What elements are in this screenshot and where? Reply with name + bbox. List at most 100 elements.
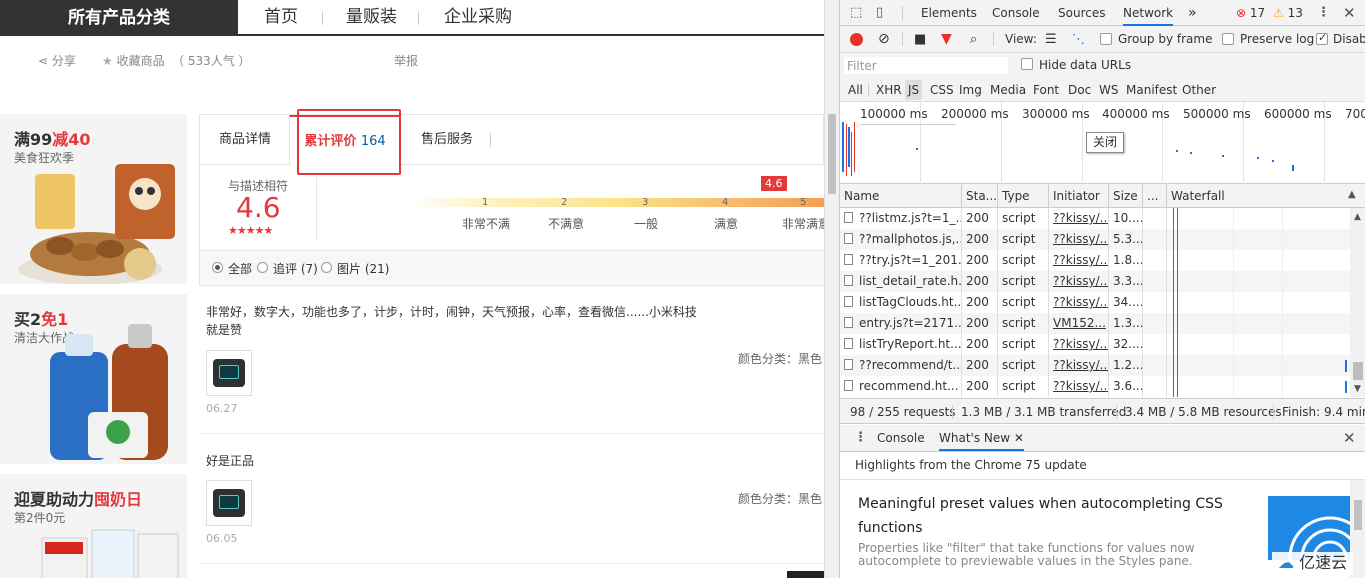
network-overview[interactable]: 100000 ms 200000 ms 300000 ms 400000 ms … xyxy=(840,102,1365,184)
request-initiator[interactable]: ??kissy/... xyxy=(1049,376,1109,397)
request-initiator[interactable]: ??kissy/... xyxy=(1049,208,1109,229)
radio-images[interactable] xyxy=(321,262,332,273)
col-type[interactable]: Type xyxy=(998,184,1049,208)
close-devtools-icon[interactable]: ✕ xyxy=(1343,0,1356,26)
request-initiator[interactable]: ??kissy/... xyxy=(1049,271,1109,292)
record-icon[interactable] xyxy=(850,33,863,46)
filter-all-label[interactable]: 全部 xyxy=(228,260,252,277)
device-toolbar-icon[interactable]: ▯ xyxy=(876,0,883,26)
request-row[interactable]: entry.js?t=2171... 200 script VM152... 1.3..… xyxy=(840,313,1350,334)
nav-enterprise[interactable]: 企业采购 xyxy=(444,0,512,36)
col-initiator[interactable]: Initiator xyxy=(1049,184,1109,208)
report-link[interactable]: 举报 xyxy=(394,52,418,69)
tab-network[interactable]: Network xyxy=(1123,0,1174,26)
nav-home[interactable]: 首页 xyxy=(264,0,298,36)
promo-food[interactable]: 满99减40 美食狂欢季 xyxy=(0,114,187,284)
large-rows-icon[interactable]: ☰ xyxy=(1045,26,1057,53)
type-doc[interactable]: Doc xyxy=(1065,80,1094,100)
promo-cleaning[interactable]: 买2免1 清洁大作战 xyxy=(0,294,187,464)
request-row[interactable]: list_detail_rate.h... 200 script ??kissy/..… xyxy=(840,271,1350,292)
error-counter[interactable]: ⊗ 17 xyxy=(1236,0,1265,26)
promo-milk[interactable]: 迎夏助动力囤奶日 第2件0元 xyxy=(0,474,187,578)
request-initiator[interactable]: ??kissy/... xyxy=(1049,229,1109,250)
hide-data-urls-checkbox[interactable] xyxy=(1021,58,1033,70)
inspect-icon[interactable]: ⬚ xyxy=(850,0,862,26)
page-scrollbar-thumb[interactable] xyxy=(828,114,836,194)
type-js[interactable]: JS xyxy=(905,80,923,100)
feature-title[interactable]: Meaningful preset values when autocomple… xyxy=(858,496,1223,512)
col-size[interactable]: Size xyxy=(1109,184,1143,208)
filter-icon[interactable]: ▼ xyxy=(941,26,952,53)
request-row[interactable]: listTryReport.ht... 200 script ??kissy/... 3… xyxy=(840,334,1350,355)
filter-images-label[interactable]: 图片 (21) xyxy=(337,260,389,277)
close-drawer-icon[interactable]: ✕ xyxy=(1343,425,1356,451)
request-list-scrollbar[interactable]: ▲ ▼ xyxy=(1350,208,1365,397)
drawer-tab-whats-new[interactable]: What's New ✕ xyxy=(939,425,1024,451)
request-initiator[interactable]: ??kissy/... xyxy=(1049,334,1109,355)
nav-bulk[interactable]: 量贩装 xyxy=(346,0,397,36)
type-font[interactable]: Font xyxy=(1030,80,1062,100)
request-row[interactable]: ??try.js?t=1_201... 200 script ??kissy/... 1… xyxy=(840,250,1350,271)
request-row[interactable]: listTagClouds.ht... 200 script ??kissy/... 3… xyxy=(840,292,1350,313)
sort-up-icon[interactable]: ▲ xyxy=(1348,189,1356,200)
scroll-thumb[interactable] xyxy=(1353,362,1363,380)
type-all[interactable]: All xyxy=(845,80,866,100)
radio-followup[interactable] xyxy=(257,262,268,273)
col-name[interactable]: Name xyxy=(840,184,962,208)
disable-cache-checkbox[interactable] xyxy=(1316,31,1328,45)
request-initiator[interactable]: ??kissy/... xyxy=(1049,250,1109,271)
preserve-log-checkbox[interactable] xyxy=(1222,33,1234,45)
tab-details[interactable]: 商品详情 xyxy=(219,115,271,165)
filter-followup-label[interactable]: 追评 (7) xyxy=(273,260,318,277)
warning-counter[interactable]: ⚠ 13 xyxy=(1273,0,1303,26)
col-waterfall[interactable]: Waterfall xyxy=(1167,184,1365,208)
request-initiator[interactable]: ??kissy/... xyxy=(1049,355,1109,376)
drawer-tab-console[interactable]: Console xyxy=(877,425,925,451)
more-tabs-icon[interactable]: » xyxy=(1188,0,1197,26)
scroll-up-icon[interactable]: ▲ xyxy=(1354,212,1361,222)
favorite-link[interactable]: ★ 收藏商品 xyxy=(102,52,165,69)
request-row[interactable]: ??recommend/t... 200 script ??kissy/... 1.2.… xyxy=(840,355,1350,376)
resource-type-filters: All XHR JS CSS Img Media Font Doc WS Man… xyxy=(840,78,1365,102)
request-initiator[interactable]: VM152... xyxy=(1049,313,1109,334)
share-link[interactable]: ⋖ 分享 xyxy=(38,52,76,69)
disable-cache-label[interactable]: Disab xyxy=(1333,26,1365,53)
clear-icon[interactable]: ⊘ xyxy=(878,26,890,53)
drawer-menu-icon[interactable]: ⋮ xyxy=(854,425,867,451)
request-row[interactable]: recommend.ht... 200 script ??kissy/... 3.6..… xyxy=(840,376,1350,397)
kebab-menu-icon[interactable]: ⋮ xyxy=(1317,0,1330,26)
review-photo[interactable] xyxy=(206,480,252,526)
filter-input[interactable] xyxy=(844,57,1008,74)
request-row[interactable]: ??mallphotos.js,... 200 script ??kissy/... 5… xyxy=(840,229,1350,250)
request-initiator[interactable]: ??kissy/... xyxy=(1049,292,1109,313)
type-media[interactable]: Media xyxy=(987,80,1029,100)
tab-after-sales[interactable]: 售后服务 xyxy=(421,115,473,165)
screenshot-icon[interactable]: ■ xyxy=(914,26,926,53)
hide-data-urls-label[interactable]: Hide data URLs xyxy=(1039,53,1131,78)
col-time[interactable]: ... xyxy=(1143,184,1167,208)
group-by-frame-label[interactable]: Group by frame xyxy=(1118,26,1212,53)
type-img[interactable]: Img xyxy=(956,80,985,100)
type-ws[interactable]: WS xyxy=(1096,80,1121,100)
preserve-log-label[interactable]: Preserve log xyxy=(1240,26,1314,53)
drawer-scroll-thumb[interactable] xyxy=(1354,500,1362,530)
request-row[interactable]: ??listmz.js?t=1_... 200 script ??kissy/... 1… xyxy=(840,208,1350,229)
type-manifest[interactable]: Manifest xyxy=(1123,80,1180,100)
type-css[interactable]: CSS xyxy=(927,80,957,100)
page-scrollbar[interactable] xyxy=(824,0,839,578)
all-categories-menu[interactable]: 所有产品分类 xyxy=(0,0,238,36)
tab-sources[interactable]: Sources xyxy=(1058,0,1105,26)
radio-all[interactable] xyxy=(212,262,223,273)
type-other[interactable]: Other xyxy=(1179,80,1219,100)
col-status[interactable]: Sta... xyxy=(962,184,998,208)
group-by-frame-checkbox[interactable] xyxy=(1100,33,1112,45)
close-tab-icon: ✕ xyxy=(1013,431,1024,445)
scroll-down-icon[interactable]: ▼ xyxy=(1354,384,1361,394)
overview-icon[interactable]: ⋱ xyxy=(1072,26,1085,53)
tab-console[interactable]: Console xyxy=(992,0,1040,26)
type-xhr[interactable]: XHR xyxy=(873,80,905,100)
search-icon[interactable]: ⌕ xyxy=(970,26,977,53)
tab-elements[interactable]: Elements xyxy=(921,0,977,26)
feature-title[interactable]: functions xyxy=(858,520,922,536)
review-photo[interactable] xyxy=(206,350,252,396)
